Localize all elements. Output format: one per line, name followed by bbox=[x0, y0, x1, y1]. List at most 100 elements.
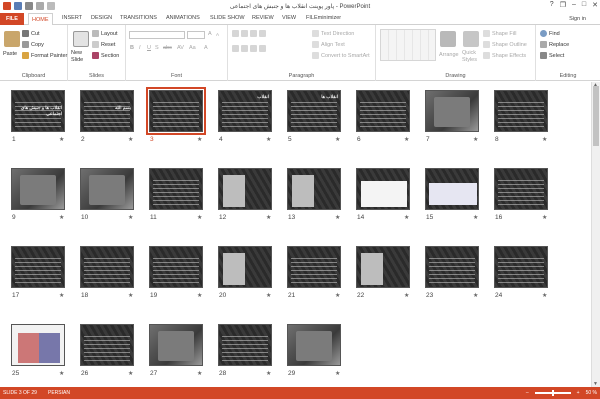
tab-view[interactable]: VIEW bbox=[282, 15, 296, 21]
slide-thumbnail[interactable] bbox=[218, 246, 272, 288]
slide-thumbnail[interactable] bbox=[494, 90, 548, 132]
slide-thumbnail[interactable] bbox=[356, 90, 410, 132]
slide-thumbnail[interactable] bbox=[149, 246, 203, 288]
slide-thumbnail[interactable] bbox=[494, 168, 548, 210]
tab-file[interactable]: FILE bbox=[0, 13, 24, 25]
slide-thumbnail[interactable] bbox=[356, 246, 410, 288]
transition-star-icon[interactable]: ★ bbox=[542, 136, 547, 143]
slide-thumbnail[interactable] bbox=[11, 324, 65, 366]
shape-fill-button[interactable]: Shape Fill bbox=[483, 30, 516, 37]
slide-thumbnail[interactable] bbox=[80, 168, 134, 210]
shape-effects-button[interactable]: Shape Effects bbox=[483, 52, 526, 59]
slide-thumbnail[interactable] bbox=[494, 246, 548, 288]
transition-star-icon[interactable]: ★ bbox=[59, 292, 64, 299]
language-indicator[interactable]: PERSIAN bbox=[48, 390, 70, 396]
transition-star-icon[interactable]: ★ bbox=[473, 214, 478, 221]
minimize-button[interactable]: – bbox=[572, 1, 576, 9]
sign-in-link[interactable]: Sign in bbox=[569, 16, 586, 22]
transition-star-icon[interactable]: ★ bbox=[404, 292, 409, 299]
tab-review[interactable]: REVIEW bbox=[252, 15, 274, 21]
transition-star-icon[interactable]: ★ bbox=[335, 136, 340, 143]
grow-font-button[interactable]: A bbox=[208, 31, 212, 37]
tab-fileminimizer[interactable]: FILEminimizer bbox=[306, 15, 341, 21]
shrink-font-button[interactable]: A bbox=[216, 32, 219, 37]
slide-thumbnail[interactable] bbox=[287, 246, 341, 288]
transition-star-icon[interactable]: ★ bbox=[266, 292, 271, 299]
transition-star-icon[interactable]: ★ bbox=[473, 292, 478, 299]
ribbon-display-button[interactable]: ❐ bbox=[560, 1, 566, 9]
character-spacing-button[interactable]: AV bbox=[177, 45, 184, 51]
paste-icon[interactable] bbox=[4, 31, 20, 47]
slide-thumbnail[interactable] bbox=[287, 324, 341, 366]
zoom-in-button[interactable]: + bbox=[577, 390, 580, 396]
transition-star-icon[interactable]: ★ bbox=[197, 136, 202, 143]
transition-star-icon[interactable]: ★ bbox=[197, 370, 202, 377]
reset-button[interactable]: Reset bbox=[92, 41, 115, 48]
transition-star-icon[interactable]: ★ bbox=[59, 214, 64, 221]
zoom-slider-handle[interactable] bbox=[551, 390, 554, 396]
convert-smartart-button[interactable]: Convert to SmartArt bbox=[312, 52, 370, 59]
quick-styles-icon[interactable] bbox=[463, 31, 479, 47]
zoom-slider[interactable] bbox=[534, 390, 571, 396]
align-text-button[interactable]: Align Text bbox=[312, 41, 345, 48]
transition-star-icon[interactable]: ★ bbox=[128, 292, 133, 299]
paste-button[interactable]: Paste bbox=[3, 51, 17, 57]
section-button[interactable]: Section bbox=[92, 52, 119, 59]
format-painter-button[interactable]: Format Painter bbox=[22, 52, 67, 59]
transition-star-icon[interactable]: ★ bbox=[335, 370, 340, 377]
italic-button[interactable]: I bbox=[139, 45, 141, 51]
zoom-out-button[interactable]: – bbox=[526, 390, 529, 396]
select-button[interactable]: Select bbox=[540, 52, 564, 59]
transition-star-icon[interactable]: ★ bbox=[197, 214, 202, 221]
tab-design[interactable]: DESIGN bbox=[91, 15, 112, 21]
vertical-scrollbar[interactable]: ▲ ▼ bbox=[591, 82, 600, 387]
shapes-gallery[interactable] bbox=[380, 29, 436, 61]
maximize-button[interactable]: □ bbox=[582, 1, 586, 9]
new-slide-icon[interactable] bbox=[73, 31, 89, 47]
slide-thumbnail[interactable] bbox=[287, 168, 341, 210]
transition-star-icon[interactable]: ★ bbox=[128, 370, 133, 377]
new-slide-button[interactable]: New Slide bbox=[71, 50, 91, 64]
quick-styles-button[interactable]: Quick Styles bbox=[462, 50, 478, 64]
arrange-icon[interactable] bbox=[440, 31, 456, 47]
transition-star-icon[interactable]: ★ bbox=[128, 214, 133, 221]
tab-insert[interactable]: INSERT bbox=[62, 15, 82, 21]
tab-transitions[interactable]: TRANSITIONS bbox=[120, 15, 157, 21]
transition-star-icon[interactable]: ★ bbox=[266, 136, 271, 143]
bullets-button[interactable] bbox=[232, 30, 268, 37]
replace-button[interactable]: Replace bbox=[540, 41, 569, 48]
slide-thumbnail[interactable]: انقلاب bbox=[218, 90, 272, 132]
text-direction-button[interactable]: Text Direction bbox=[312, 30, 354, 37]
slide-thumbnail[interactable]: بسم الله bbox=[80, 90, 134, 132]
underline-button[interactable]: U bbox=[147, 45, 151, 51]
slide-thumbnail[interactable] bbox=[146, 87, 206, 135]
copy-button[interactable]: Copy bbox=[22, 41, 44, 48]
transition-star-icon[interactable]: ★ bbox=[335, 214, 340, 221]
strikethrough-button[interactable]: abc bbox=[163, 45, 172, 51]
slide-thumbnail[interactable] bbox=[149, 324, 203, 366]
slide-thumbnail[interactable] bbox=[425, 246, 479, 288]
cut-button[interactable]: Cut bbox=[22, 30, 40, 37]
align-buttons[interactable] bbox=[232, 45, 268, 52]
tab-slide-show[interactable]: SLIDE SHOW bbox=[210, 15, 245, 21]
font-color-button[interactable]: A bbox=[204, 45, 208, 51]
shape-outline-button[interactable]: Shape Outline bbox=[483, 41, 527, 48]
slide-thumbnail[interactable] bbox=[80, 324, 134, 366]
shadow-button[interactable]: S bbox=[155, 45, 159, 51]
slide-thumbnail[interactable] bbox=[356, 168, 410, 210]
font-name-input[interactable] bbox=[129, 31, 185, 39]
change-case-button[interactable]: Aa bbox=[189, 45, 196, 51]
slide-thumbnail[interactable] bbox=[11, 168, 65, 210]
transition-star-icon[interactable]: ★ bbox=[266, 214, 271, 221]
transition-star-icon[interactable]: ★ bbox=[266, 370, 271, 377]
tab-animations[interactable]: ANIMATIONS bbox=[166, 15, 200, 21]
scrollbar-thumb[interactable] bbox=[593, 86, 599, 146]
transition-star-icon[interactable]: ★ bbox=[542, 214, 547, 221]
slide-thumbnail[interactable] bbox=[425, 168, 479, 210]
slide-thumbnail[interactable] bbox=[80, 246, 134, 288]
slide-thumbnail[interactable] bbox=[11, 246, 65, 288]
transition-star-icon[interactable]: ★ bbox=[404, 136, 409, 143]
slide-thumbnail[interactable] bbox=[149, 168, 203, 210]
bold-button[interactable]: B bbox=[130, 45, 134, 51]
transition-star-icon[interactable]: ★ bbox=[197, 292, 202, 299]
